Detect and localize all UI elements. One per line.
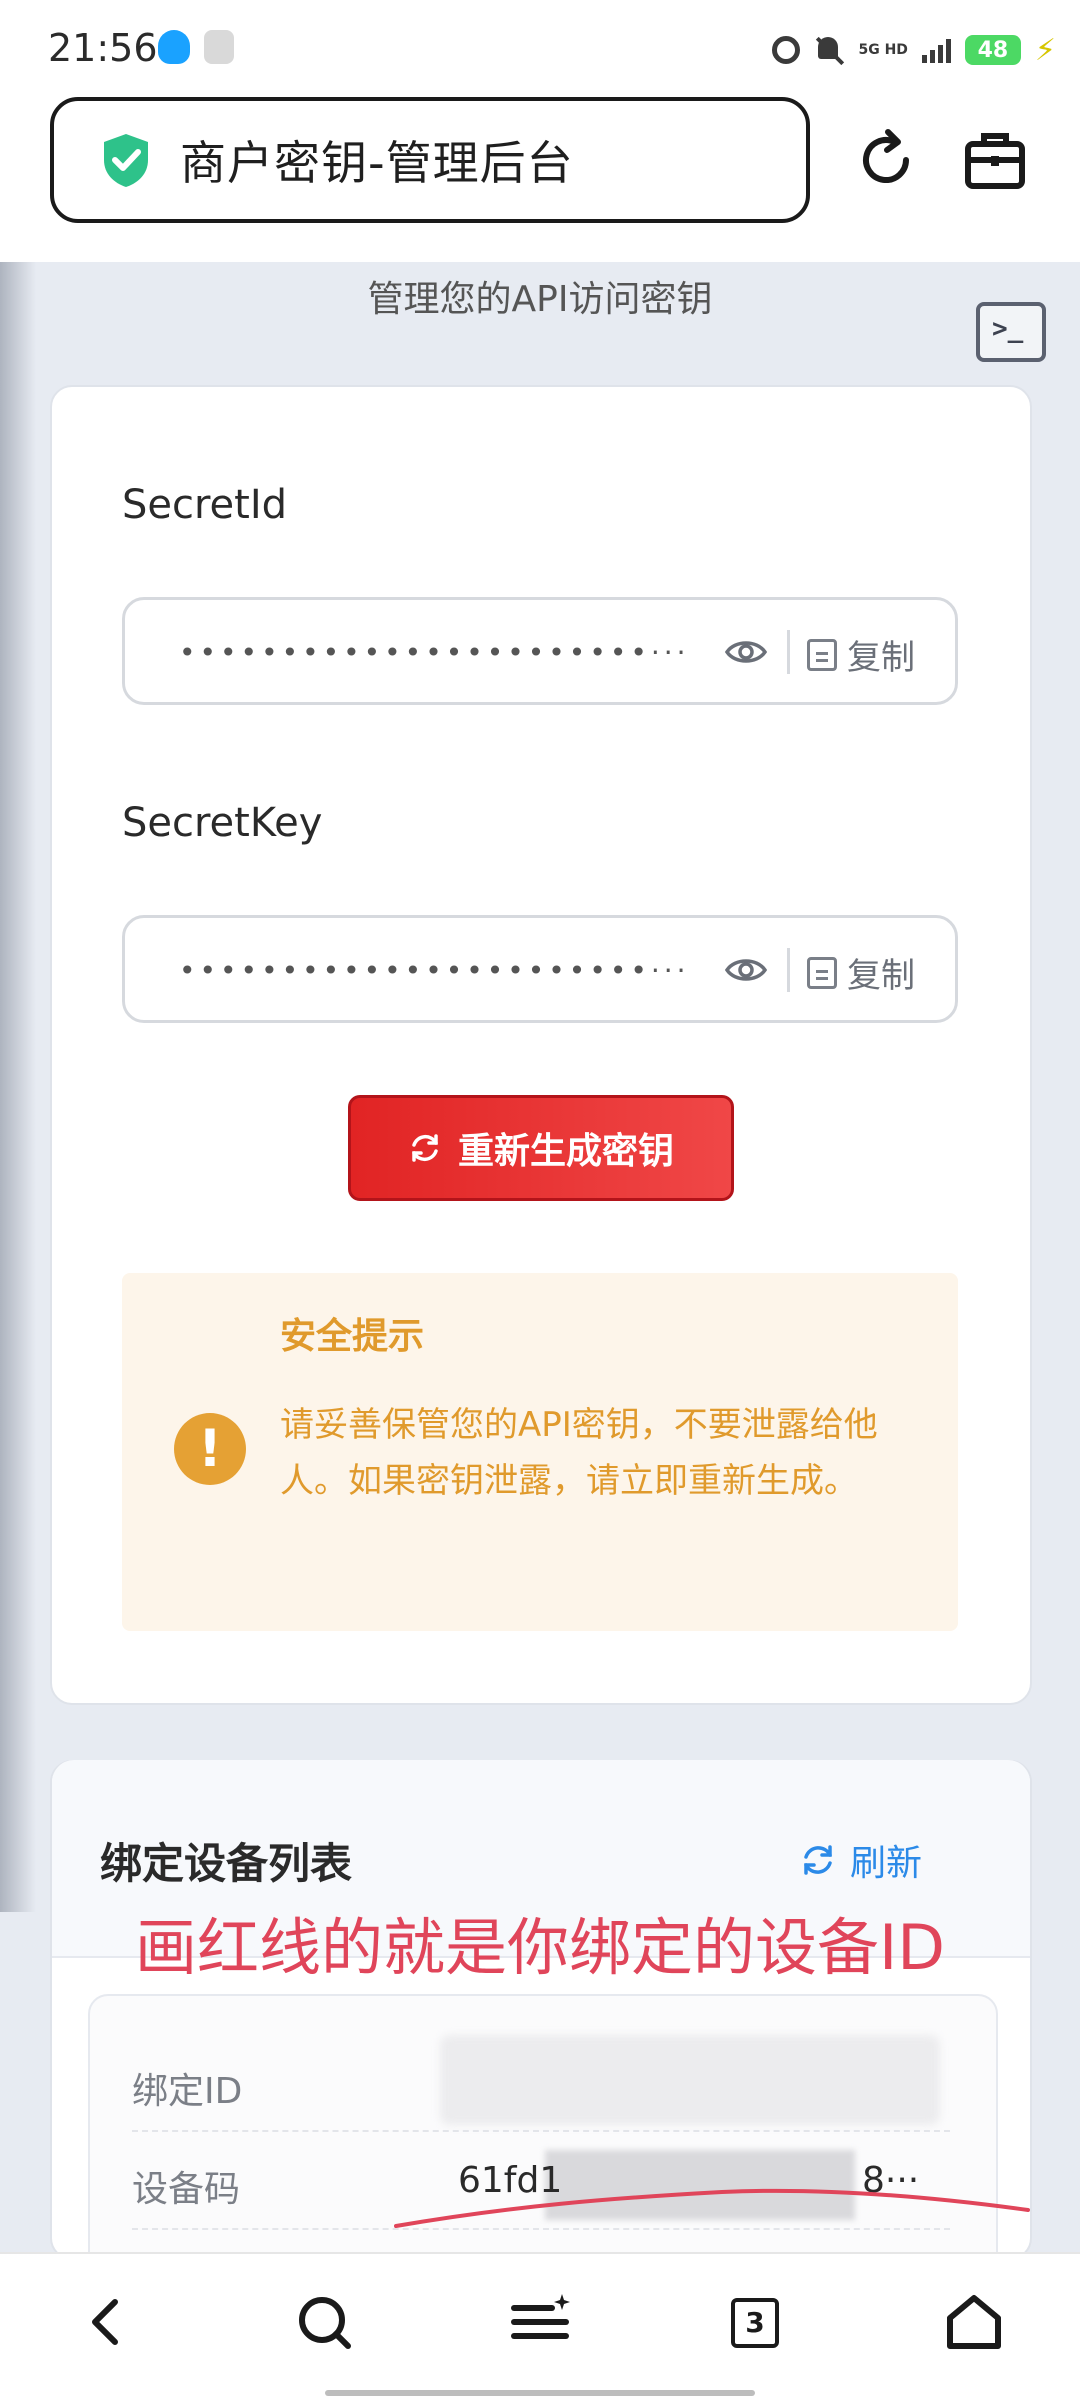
- exclamation-icon: !: [174, 1413, 246, 1485]
- system-icons: 5G HD 48 ⚡: [772, 30, 1056, 70]
- page-edge-shadow: [0, 262, 36, 1912]
- warning-title: 安全提示: [280, 1316, 425, 1357]
- secret-key-field[interactable]: •••••••••••••••••••••••··· 复制: [122, 915, 958, 1023]
- tabs-count-button[interactable]: 3: [731, 2298, 779, 2348]
- copy-secret-key-button[interactable]: 复制: [807, 948, 915, 997]
- toolbox-icon[interactable]: [964, 130, 1026, 190]
- mute-icon: [814, 35, 844, 65]
- secret-key-value: •••••••••••••••••••••••···: [179, 954, 690, 987]
- refresh-icon: [412, 1134, 438, 1162]
- warning-text: 请妥善保管您的API密钥，不要泄露给他人。如果密钥泄露，请立即重新生成。: [280, 1405, 878, 1501]
- page-title: 商户密钥-管理后台: [180, 136, 574, 190]
- refresh-icon: [804, 1845, 832, 1875]
- eye-icon[interactable]: [725, 634, 767, 670]
- refresh-devices-button[interactable]: 刷新: [800, 1834, 922, 1886]
- search-icon[interactable]: [292, 2290, 356, 2354]
- row-divider: [132, 2130, 950, 2132]
- page-subtitle: 管理您的API访问密钥: [367, 279, 713, 320]
- shield-check-icon: [104, 134, 148, 187]
- security-warning: ! 安全提示 请妥善保管您的API密钥，不要泄露给他人。如果密钥泄露，请立即重新…: [122, 1273, 958, 1631]
- alarm-icon: [772, 36, 801, 64]
- notification-avatar-icon: [204, 30, 234, 64]
- copy-secret-id-button[interactable]: 复制: [807, 630, 915, 679]
- signal-icon: [921, 37, 951, 63]
- copy-icon: [807, 956, 837, 989]
- charging-icon: ⚡: [1034, 32, 1056, 68]
- divider: [787, 630, 790, 674]
- secret-id-field[interactable]: •••••••••••••••••••••••··· 复制: [122, 597, 958, 705]
- battery-icon: 48: [964, 35, 1021, 65]
- qq-notification-icon: [158, 30, 190, 64]
- bind-id-label: 绑定ID: [132, 2071, 243, 2112]
- annotation-text: 画红线的就是你绑定的设备ID: [134, 1911, 946, 1984]
- menu-icon[interactable]: [508, 2290, 572, 2354]
- refresh-label: 刷新: [850, 1843, 923, 1884]
- device-list-title: 绑定设备列表: [100, 1839, 353, 1888]
- red-underline-annotation: [394, 2188, 1030, 2228]
- eye-icon[interactable]: [725, 952, 767, 988]
- secret-key-label: SecretKey: [122, 800, 323, 846]
- address-bar[interactable]: 商户密钥-管理后台: [50, 97, 810, 223]
- copy-icon: [807, 638, 837, 671]
- home-icon[interactable]: [942, 2290, 1006, 2354]
- copy-label: 复制: [847, 638, 915, 678]
- gesture-handle[interactable]: [325, 2390, 755, 2396]
- status-time: 21:56: [48, 26, 158, 70]
- device-code-label: 设备码: [132, 2169, 241, 2210]
- reload-icon[interactable]: [854, 128, 918, 192]
- secret-id-value: •••••••••••••••••••••••···: [179, 636, 690, 669]
- divider: [787, 948, 790, 992]
- redacted-area: [440, 2035, 940, 2125]
- back-icon[interactable]: [75, 2290, 139, 2354]
- copy-label: 复制: [847, 956, 915, 996]
- regenerate-key-button[interactable]: 重新生成密钥: [348, 1095, 734, 1201]
- regenerate-label: 重新生成密钥: [457, 1131, 674, 1172]
- secret-id-label: SecretId: [122, 482, 288, 528]
- network-label: 5G HD: [858, 42, 908, 58]
- terminal-icon[interactable]: >_: [976, 302, 1046, 362]
